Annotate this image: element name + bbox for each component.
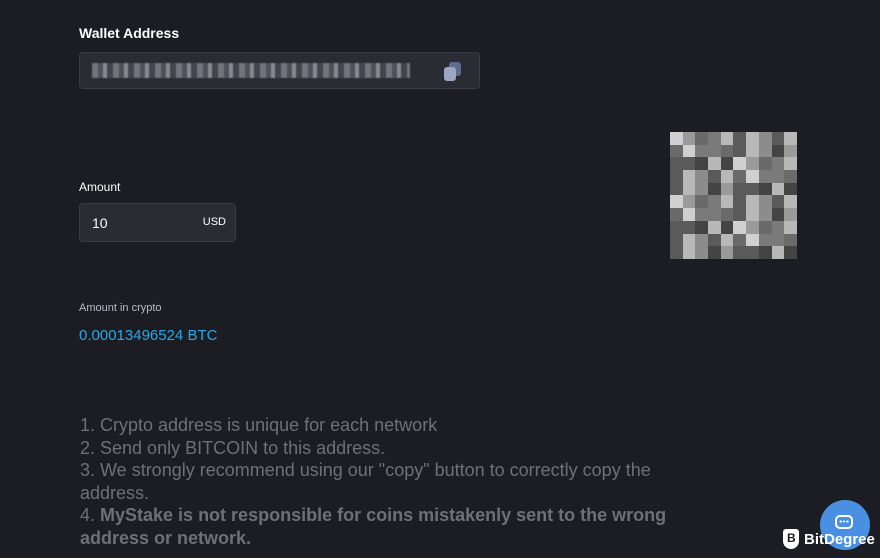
amount-in-crypto-label: Amount in crypto: [79, 302, 162, 314]
note-2: 2. Send only BITCOIN to this address.: [80, 437, 386, 458]
note-3: 3. We strongly recommend using our "copy…: [80, 460, 651, 480]
deposit-notes: 1. Crypto address is unique for each net…: [80, 414, 800, 549]
wallet-address-field[interactable]: [79, 52, 480, 89]
amount-label: Amount: [79, 180, 121, 194]
watermark-text: BitDegree: [804, 530, 875, 548]
bitdegree-shield-icon: [783, 529, 799, 549]
wallet-address-value-blurred: [92, 63, 410, 78]
note-4: 4. MyStake is not responsible for coins …: [80, 505, 667, 525]
qr-code-icon: [670, 132, 797, 259]
note-4-continued: address or network.: [80, 527, 252, 548]
wallet-address-label: Wallet Address: [79, 25, 180, 41]
amount-field[interactable]: USD: [79, 203, 236, 242]
note-3-continued: address.: [80, 482, 150, 503]
watermark: BitDegree: [783, 527, 875, 551]
note-1: 1. Crypto address is unique for each net…: [80, 415, 438, 435]
copy-button[interactable]: [443, 62, 463, 82]
currency-label: USD: [202, 216, 226, 228]
amount-input[interactable]: [92, 213, 182, 233]
amount-in-crypto-value: 0.00013496524 BTC: [79, 327, 218, 344]
